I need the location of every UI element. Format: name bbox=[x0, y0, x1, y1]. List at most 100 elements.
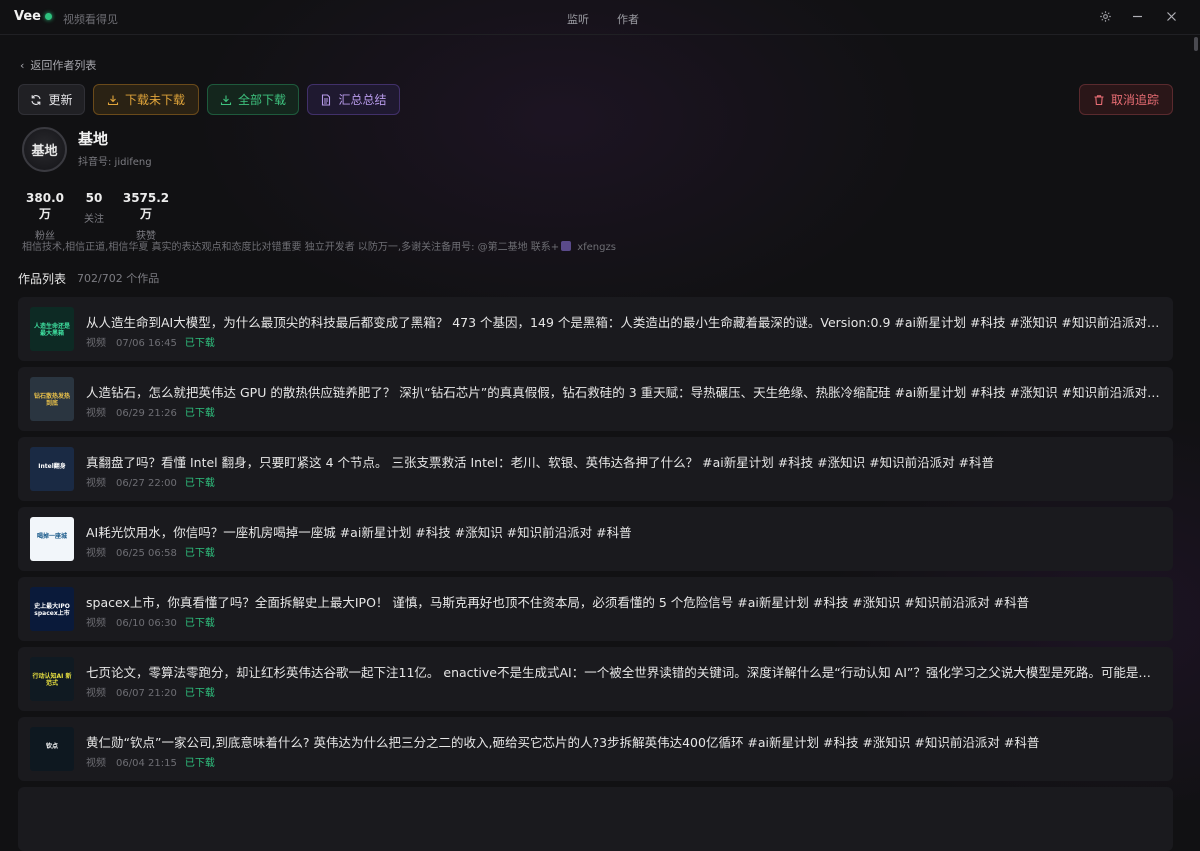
video-meta: 视频 06/07 21:20 已下载 bbox=[86, 684, 215, 699]
refresh-label: 更新 bbox=[48, 93, 73, 107]
back-label: 返回作者列表 bbox=[30, 59, 97, 72]
stat-followers: 380.0万 粉丝 bbox=[22, 191, 68, 242]
close-icon[interactable] bbox=[1162, 8, 1180, 26]
video-meta: 视频 06/27 22:00 已下载 bbox=[86, 474, 215, 489]
app-name: Vee bbox=[14, 9, 41, 24]
stat-value: 380.0万 bbox=[26, 191, 64, 221]
video-meta: 视频 06/25 06:58 已下载 bbox=[86, 544, 215, 559]
back-to-author-list[interactable]: ‹ 返回作者列表 bbox=[20, 57, 96, 73]
video-date: 06/04 21:15 bbox=[116, 758, 177, 769]
video-title: 真翻盘了吗？看懂 Intel 翻身，只要盯紧这 4 个节点。 三张支票救活 In… bbox=[86, 455, 995, 470]
stat-likes: 3575.2万 获赞 bbox=[118, 191, 174, 242]
download-icon bbox=[220, 95, 232, 105]
video-date: 06/07 21:20 bbox=[116, 688, 177, 699]
video-item[interactable]: Intel翻身 真翻盘了吗？看懂 Intel 翻身，只要盯紧这 4 个节点。 三… bbox=[18, 437, 1173, 501]
video-type: 视频 bbox=[86, 548, 106, 559]
thumbnail-caption: 史上最大IPO spacex上市 bbox=[34, 603, 70, 617]
download-all-button[interactable]: 全部下载 bbox=[207, 84, 299, 115]
video-meta: 视频 07/06 16:45 已下载 bbox=[86, 334, 215, 349]
video-item[interactable]: 喝掉一座城 AI耗光饮用水，你信吗？一座机房喝掉一座城 #ai新星计划 #科技 … bbox=[18, 507, 1173, 571]
profile-bio: 相信技术,相信正道,相信华夏 真实的表达观点和态度比对错重要 独立开发者 以防万… bbox=[22, 238, 616, 253]
video-item[interactable]: 钦点 黄仁勋“钦点”一家公司,到底意味着什么? 英伟达为什么把三分之二的收入,砸… bbox=[18, 717, 1173, 781]
thumbnail-caption: 行动认知AI 新范式 bbox=[32, 673, 72, 687]
scrollbar-thumb[interactable] bbox=[1194, 37, 1198, 51]
download-all-label: 全部下载 bbox=[237, 93, 286, 107]
video-type: 视频 bbox=[86, 758, 106, 769]
thumbnail-caption: 钦点 bbox=[45, 743, 58, 750]
download-undownloaded-button[interactable]: 下载未下载 bbox=[93, 84, 199, 115]
scrollbar[interactable] bbox=[1192, 35, 1200, 800]
video-item[interactable]: 人造生命还是最大黑箱 从人造生命到AI大模型，为什么最顶尖的科技最后都变成了黑箱… bbox=[18, 297, 1173, 361]
status-indicator bbox=[45, 13, 52, 20]
download-status: 已下载 bbox=[184, 758, 215, 769]
stat-value: 50 bbox=[85, 191, 103, 205]
bio-contact: xfengzs bbox=[577, 242, 616, 253]
works-count: 702/702 个作品 bbox=[77, 272, 160, 285]
app-slogan: 视频看得见 bbox=[63, 13, 118, 26]
stat-value: 3575.2万 bbox=[122, 191, 170, 221]
stat-label: 关注 bbox=[84, 214, 104, 225]
video-date: 06/27 22:00 bbox=[116, 478, 177, 489]
emoji-icon bbox=[561, 241, 572, 251]
stat-following: 50 关注 bbox=[80, 191, 108, 225]
tab-monitor[interactable]: 监听 bbox=[567, 11, 589, 27]
video-type: 视频 bbox=[86, 338, 106, 349]
download-status: 已下载 bbox=[184, 548, 215, 559]
title-bar: Vee 视频看得见 监听 作者 bbox=[0, 0, 1200, 35]
profile-douyin-id: 抖音号: jidifeng bbox=[78, 157, 152, 168]
cancel-follow-button[interactable]: 取消追踪 bbox=[1079, 84, 1173, 115]
refresh-icon bbox=[31, 94, 42, 105]
trash-icon bbox=[1094, 94, 1104, 105]
download-undownloaded-label: 下载未下载 bbox=[124, 93, 185, 107]
video-date: 06/10 06:30 bbox=[116, 618, 177, 629]
video-item[interactable]: 史上最大IPO spacex上市 spacex上市，你真看懂了吗？全面拆解史上最… bbox=[18, 577, 1173, 641]
download-status: 已下载 bbox=[184, 478, 215, 489]
video-date: 06/25 06:58 bbox=[116, 548, 177, 559]
video-thumbnail: Intel翻身 bbox=[30, 447, 74, 491]
bio-text: 相信技术,相信正道,相信华夏 真实的表达观点和态度比对错重要 独立开发者 以防万… bbox=[22, 242, 560, 253]
thumbnail-caption: 喝掉一座城 bbox=[36, 533, 67, 540]
video-type: 视频 bbox=[86, 618, 106, 629]
download-status: 已下载 bbox=[184, 688, 215, 699]
video-meta: 视频 06/10 06:30 已下载 bbox=[86, 614, 215, 629]
refresh-button[interactable]: 更新 bbox=[18, 84, 85, 115]
minimize-icon[interactable] bbox=[1128, 8, 1146, 26]
download-status: 已下载 bbox=[184, 408, 215, 419]
video-meta: 视频 06/29 21:26 已下载 bbox=[86, 404, 215, 419]
video-item-partial[interactable] bbox=[18, 787, 1173, 851]
works-title: 作品列表 bbox=[18, 272, 67, 286]
video-thumbnail: 钻石散热发热到底 bbox=[30, 377, 74, 421]
video-type: 视频 bbox=[86, 688, 106, 699]
video-title: 黄仁勋“钦点”一家公司,到底意味着什么? 英伟达为什么把三分之二的收入,砸给买它… bbox=[86, 735, 1040, 750]
video-thumbnail: 史上最大IPO spacex上市 bbox=[30, 587, 74, 631]
avatar-text: 基地 bbox=[31, 144, 58, 159]
video-date: 06/29 21:26 bbox=[116, 408, 177, 419]
thumbnail-caption: Intel翻身 bbox=[38, 463, 66, 470]
download-status: 已下载 bbox=[184, 618, 215, 629]
video-type: 视频 bbox=[86, 478, 106, 489]
video-thumbnail: 喝掉一座城 bbox=[30, 517, 74, 561]
video-item[interactable]: 行动认知AI 新范式 七页论文，零算法零跑分，却让红杉英伟达谷歌一起下注11亿。… bbox=[18, 647, 1173, 711]
video-title: spacex上市，你真看懂了吗？全面拆解史上最大IPO！ 谨慎，马斯克再好也顶不… bbox=[86, 595, 1030, 610]
video-thumbnail: 人造生命还是最大黑箱 bbox=[30, 307, 74, 351]
chevron-left-icon: ‹ bbox=[20, 59, 25, 72]
video-thumbnail: 行动认知AI 新范式 bbox=[30, 657, 74, 701]
summary-label: 汇总总结 bbox=[338, 93, 387, 107]
thumbnail-caption: 钻石散热发热到底 bbox=[33, 393, 70, 407]
download-icon bbox=[107, 95, 119, 105]
video-title: 从人造生命到AI大模型，为什么最顶尖的科技最后都变成了黑箱？ 473 个基因，1… bbox=[86, 315, 1161, 330]
tab-author[interactable]: 作者 bbox=[617, 11, 639, 27]
gear-icon[interactable] bbox=[1096, 8, 1114, 26]
summary-button[interactable]: 汇总总结 bbox=[307, 84, 400, 115]
cancel-follow-label: 取消追踪 bbox=[1110, 93, 1159, 107]
video-thumbnail: 钦点 bbox=[30, 727, 74, 771]
profile-name: 基地 bbox=[78, 130, 109, 148]
video-date: 07/06 16:45 bbox=[116, 338, 177, 349]
video-meta: 视频 06/04 21:15 已下载 bbox=[86, 754, 215, 769]
document-icon bbox=[322, 93, 331, 106]
video-title: 七页论文，零算法零跑分，却让红杉英伟达谷歌一起下注11亿。 enactive不是… bbox=[86, 665, 1161, 680]
video-item[interactable]: 钻石散热发热到底 人造钻石，怎么就把英伟达 GPU 的散热供应链养肥了？ 深扒“… bbox=[18, 367, 1173, 431]
video-title: AI耗光饮用水，你信吗？一座机房喝掉一座城 #ai新星计划 #科技 #涨知识 #… bbox=[86, 525, 632, 540]
thumbnail-caption: 人造生命还是最大黑箱 bbox=[33, 323, 70, 337]
video-type: 视频 bbox=[86, 408, 106, 419]
